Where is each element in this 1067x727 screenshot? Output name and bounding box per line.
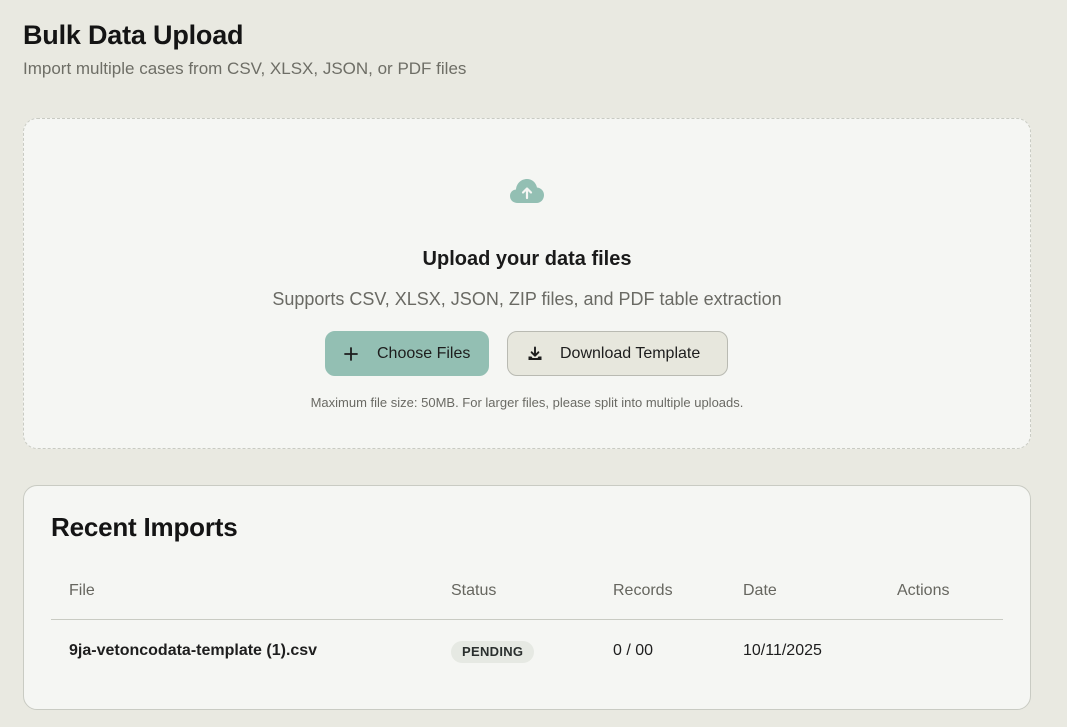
column-header-date: Date [743,582,777,599]
choose-files-button[interactable]: Choose Files [325,331,489,376]
status-badge: PENDING [451,641,535,663]
upload-heading: Upload your data files [422,248,632,270]
download-template-label: Download Template [560,344,701,362]
import-file-name: 9ja-vetoncodata-template (1).csv [69,642,318,659]
plus-icon [344,346,358,361]
recent-imports-title: Recent Imports [51,512,238,542]
page-subtitle: Import multiple cases from CSV, XLSX, JS… [23,59,467,78]
import-records: 0 / 00 [613,642,654,659]
upload-size-note: Maximum file size: 50MB. For larger file… [310,395,744,410]
column-header-status: Status [451,582,497,599]
import-date: 10/11/2025 [743,642,822,659]
table-row: 9ja-vetoncodata-template (1).csv PENDING… [51,634,1003,674]
upload-description: Supports CSV, XLSX, JSON, ZIP files, and… [272,289,782,309]
cloud-upload-icon [510,179,544,203]
upload-dropzone[interactable]: Upload your data files Supports CSV, XLS… [23,118,1031,449]
download-template-button[interactable]: Download Template [507,331,728,376]
column-header-actions: Actions [897,582,950,599]
recent-imports-card: Recent Imports File Status Records Date … [23,485,1031,710]
column-header-file: File [69,582,95,599]
page-title: Bulk Data Upload [23,20,244,50]
column-header-records: Records [613,582,673,599]
table-header: File Status Records Date Actions [51,582,1003,620]
download-icon [528,346,542,360]
choose-files-label: Choose Files [377,344,471,362]
